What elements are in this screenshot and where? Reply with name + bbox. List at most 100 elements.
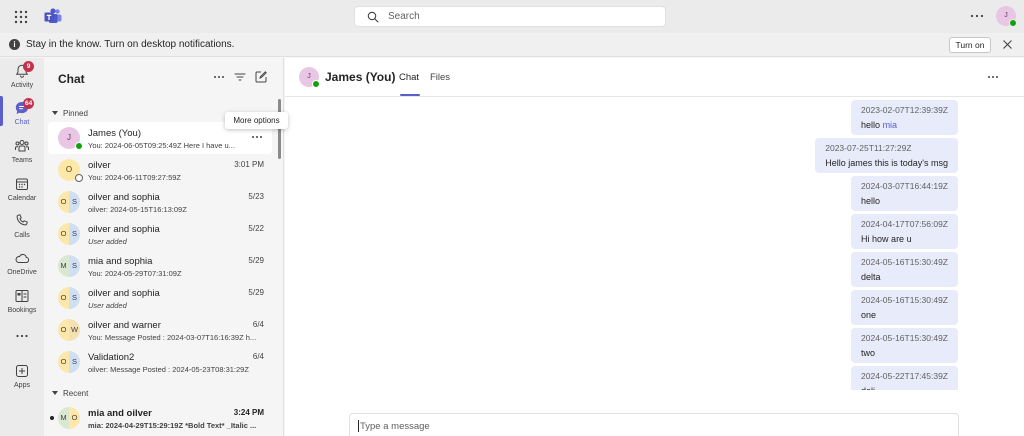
avatar-initial: M — [58, 255, 69, 277]
chat-preview: You: 2024-06-11T09:27:59Z — [88, 173, 181, 182]
message-timestamp: 2024-05-16T15:30:49Z — [861, 295, 948, 305]
bookings-icon — [14, 288, 30, 304]
app-launcher-waffle-icon[interactable] — [13, 9, 29, 25]
rail-label: OneDrive — [7, 269, 37, 276]
chat-list-scrollbar[interactable] — [278, 99, 281, 159]
avatar-initial: O — [69, 407, 80, 429]
section-pinned[interactable]: Pinned — [52, 109, 88, 118]
chat-time: 5/23 — [248, 192, 264, 201]
rail-item-activity[interactable]: 9 Activity — [0, 61, 44, 101]
message-bubble[interactable]: 2024-04-17T07:56:09Z Hi how are u — [851, 214, 958, 249]
chat-preview: You: 2024-05-29T07:31:09Z — [88, 269, 182, 278]
message-timestamp: 2024-05-16T15:30:49Z — [861, 333, 948, 343]
chat-row-oilver-sophia[interactable]: O S oilver and sophia oilver: 2024-05-15… — [48, 186, 272, 218]
section-recent[interactable]: Recent — [52, 389, 88, 398]
avatar-initial: O — [58, 287, 69, 309]
chat-row-oilver[interactable]: O oilver You: 2024-06-11T09:27:59Z 3:01 … — [48, 154, 272, 186]
new-chat-icon[interactable] — [254, 70, 268, 84]
teams-logo-icon — [44, 8, 62, 25]
search-icon — [367, 11, 379, 23]
more-icon — [14, 328, 30, 344]
chat-preview: You: 2024-06-05T09:25:49Z Here I have u.… — [88, 141, 235, 150]
calendar-icon — [14, 176, 30, 192]
chat-time: 3:24 PM — [233, 408, 264, 417]
message-bubble[interactable]: 2024-05-16T15:30:49Z one — [851, 290, 958, 325]
rail-label: Teams — [11, 157, 33, 164]
tab-files[interactable]: Files — [430, 72, 450, 83]
avatar-initial: S — [69, 351, 80, 373]
tab-chat[interactable]: Chat — [399, 72, 419, 83]
mention-link[interactable]: mia — [883, 120, 898, 130]
chat-row-validation2[interactable]: O S Validation2 oilver: Message Posted :… — [48, 346, 272, 378]
message-text: delta — [861, 272, 881, 282]
rail-item-calendar[interactable]: Calendar — [0, 174, 44, 214]
avatar-initial: W — [69, 319, 80, 341]
message-text: one — [861, 310, 877, 320]
message-timestamp: 2024-05-22T17:45:39Z — [861, 371, 948, 381]
rail-label: Calls — [14, 232, 30, 239]
settings-more-icon[interactable] — [968, 9, 986, 23]
message-list[interactable]: 2023-02-07T12:39:39Z hello mia 2023-07-2… — [285, 98, 1024, 390]
filter-icon[interactable] — [233, 70, 247, 84]
group-avatar: O S — [58, 191, 80, 213]
rail-item-onedrive[interactable]: OneDrive — [0, 248, 44, 288]
app-rail: 9 Activity 64 Chat Teams Calendar Calls … — [0, 58, 44, 436]
rail-item-teams[interactable]: Teams — [0, 136, 44, 176]
message-bubble[interactable]: 2024-05-22T17:45:39Z deli — [851, 366, 958, 390]
compose-box[interactable]: Type a message — [349, 413, 959, 436]
message-bubble[interactable]: 2024-05-16T15:30:49Z two — [851, 328, 958, 363]
avatar-initial: S — [69, 223, 80, 245]
chat-badge: 64 — [23, 98, 35, 109]
chat-row-oilver-warner[interactable]: O W oilver and warner You: Message Poste… — [48, 314, 272, 346]
group-avatar: M S — [58, 255, 80, 277]
banner-message: Stay in the know. Turn on desktop notifi… — [26, 39, 235, 50]
chat-time: 6/4 — [252, 352, 264, 361]
chat-name: James (You) — [88, 128, 141, 139]
turn-on-notifications-button[interactable]: Turn on — [949, 37, 991, 53]
chat-name: mia and sophia — [88, 256, 153, 267]
chat-row-oilver-sophia-3[interactable]: O S oilver and sophia User added 5/29 — [48, 282, 272, 314]
avatar-initial: M — [58, 407, 69, 429]
message-text: hello mia — [861, 120, 948, 130]
rail-item-apps[interactable]: Apps — [0, 361, 44, 401]
message-bubble[interactable]: 2023-07-25T11:27:29Z Hello james this is… — [815, 138, 958, 173]
avatar-initial: O — [58, 223, 69, 245]
close-icon[interactable] — [1002, 39, 1013, 50]
group-avatar: O S — [58, 287, 80, 309]
chat-preview: oilver: Message Posted : 2024-05-23T08:3… — [88, 365, 249, 374]
rail-item-calls[interactable]: Calls — [0, 211, 44, 251]
rail-more-apps[interactable] — [0, 326, 44, 346]
message-text: Hi how are u — [861, 234, 912, 244]
rail-label: Chat — [14, 119, 30, 126]
rail-item-bookings[interactable]: Bookings — [0, 286, 44, 326]
more-options-icon[interactable] — [250, 131, 264, 143]
message-timestamp: 2023-07-25T11:27:29Z — [825, 143, 912, 153]
conversation-header: J James (You) Chat Files — [285, 58, 1024, 97]
message-text-part: hello — [861, 120, 883, 130]
conversation-pane: J James (You) Chat Files 2023-02-07T12:3… — [285, 58, 1024, 436]
more-options-tooltip: More options — [225, 112, 288, 129]
message-bubble[interactable]: 2023-02-07T12:39:39Z hello mia — [851, 100, 958, 135]
chat-row-mia-sophia[interactable]: M S mia and sophia You: 2024-05-29T07:31… — [48, 250, 272, 282]
message-timestamp: 2024-05-16T15:30:49Z — [861, 257, 948, 267]
more-icon[interactable] — [985, 71, 1001, 83]
chat-preview: User added — [88, 301, 127, 310]
message-bubble[interactable]: 2024-03-07T16:44:19Z hello — [851, 176, 958, 211]
message-text: two — [861, 348, 876, 358]
compose-placeholder: Type a message — [360, 421, 430, 432]
message-bubble[interactable]: 2024-05-16T15:30:49Z delta — [851, 252, 958, 287]
unread-indicator — [50, 416, 54, 420]
group-avatar: M O — [58, 407, 80, 429]
chat-preview: You: Message Posted : 2024-03-07T16:16:3… — [88, 333, 257, 342]
rail-item-chat[interactable]: 64 Chat — [0, 98, 44, 138]
chat-row-mia-oilver[interactable]: M O mia and oilver mia: 2024-04-29T15:29… — [48, 402, 272, 434]
avatar-initial: S — [69, 255, 80, 277]
section-label: Recent — [63, 389, 89, 398]
chat-row-oilver-sophia-2[interactable]: O S oilver and sophia User added 5/22 — [48, 218, 272, 250]
title-bar: Search J — [0, 0, 1024, 33]
search-box[interactable]: Search — [354, 6, 666, 27]
more-options-icon[interactable] — [212, 70, 226, 84]
chat-preview: mia: 2024-04-29T15:29:19Z *Bold Text* _I… — [88, 421, 257, 430]
info-icon: i — [9, 39, 20, 50]
avatar-initial: O — [58, 351, 69, 373]
